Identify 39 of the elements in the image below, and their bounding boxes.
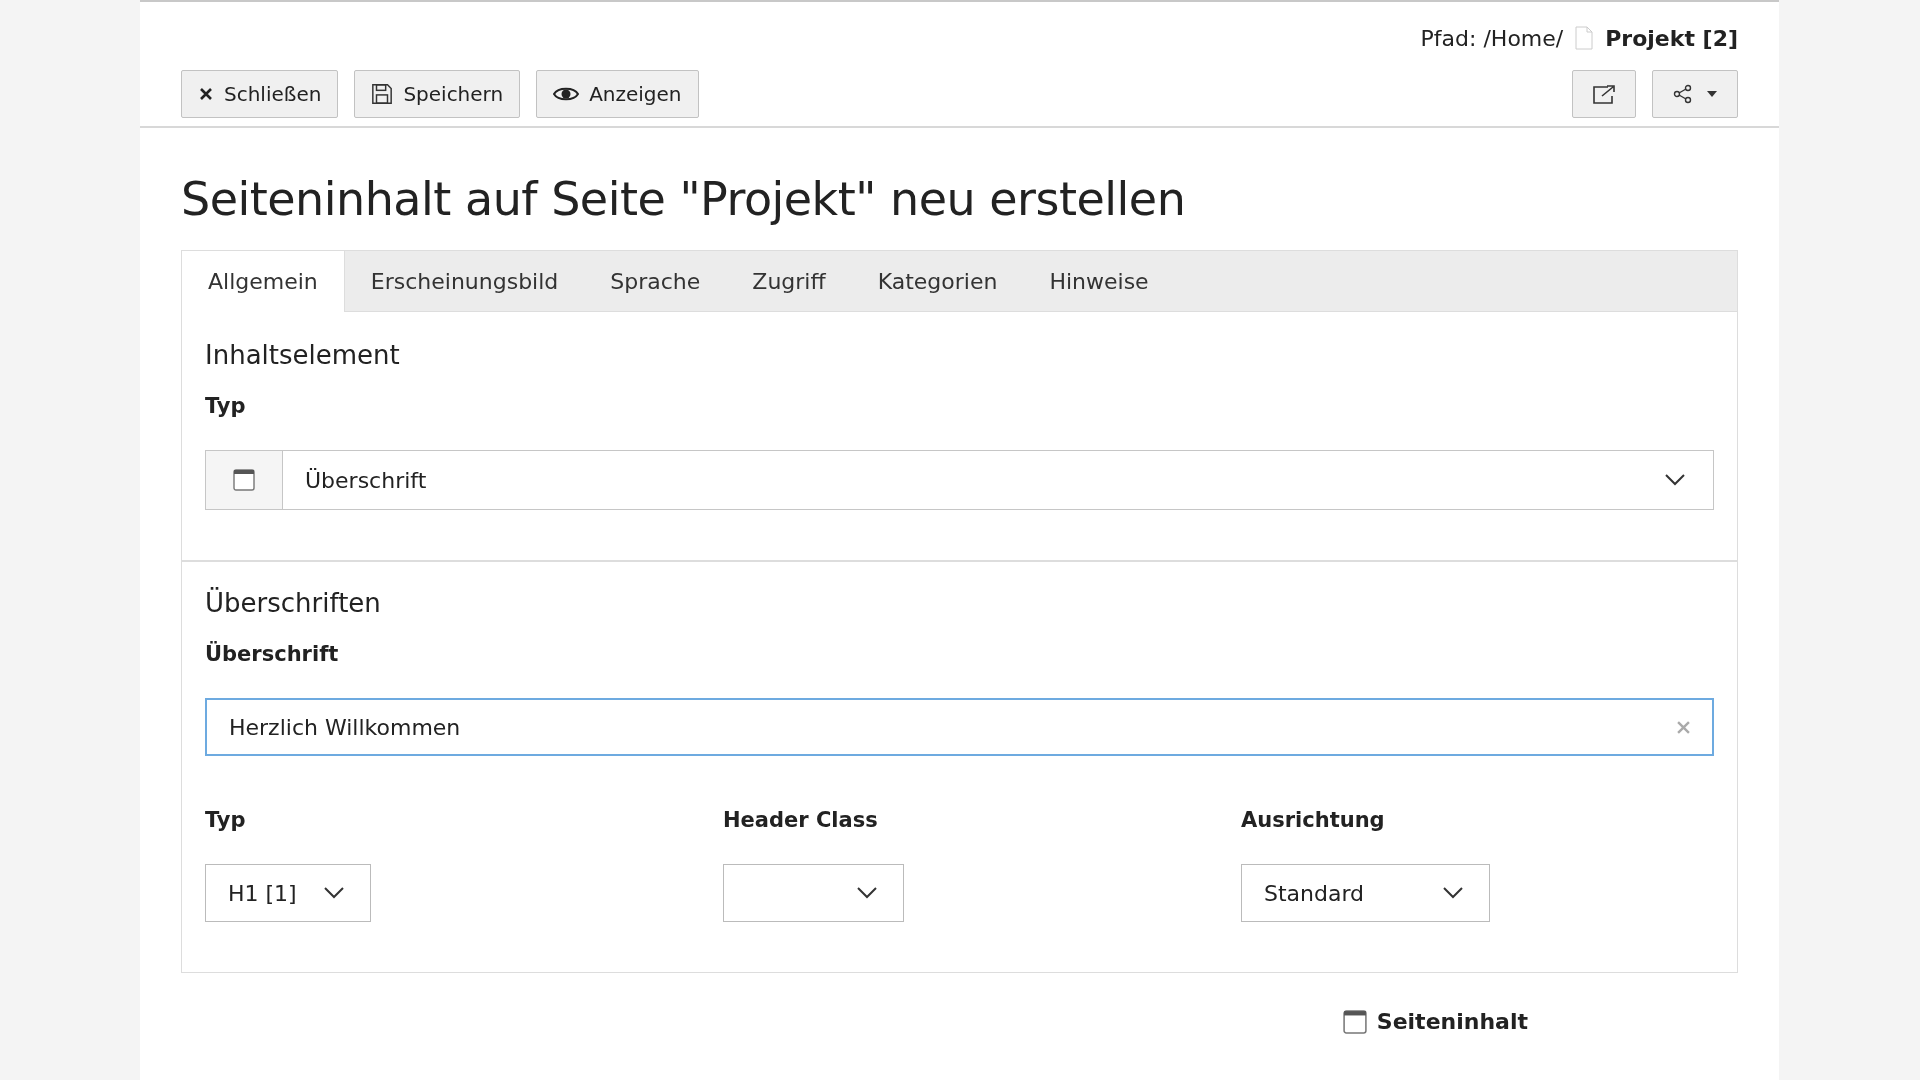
- chevron-down-icon: [1665, 474, 1685, 486]
- dropdown-select[interactable]: H1 [1]: [205, 864, 371, 922]
- section-heading: Inhaltselement: [205, 340, 401, 370]
- tab[interactable]: Allgemein: [182, 251, 345, 312]
- field-label: Typ: [205, 394, 247, 418]
- content-element-icon: [1342, 1009, 1367, 1034]
- tab[interactable]: Hinweise: [1023, 251, 1175, 311]
- breadcrumb-path: Pfad: /Home/: [1420, 25, 1564, 51]
- record-type-label: Seiteninhalt: [1376, 1009, 1528, 1034]
- share-button[interactable]: [1652, 70, 1738, 118]
- tab[interactable]: Sprache: [584, 251, 727, 311]
- chevron-down-icon: [1443, 887, 1463, 899]
- section-heading: Überschriften: [205, 588, 382, 618]
- dropdown-select[interactable]: Standard: [1241, 864, 1490, 922]
- share-icon: [1673, 84, 1693, 104]
- field-label: Typ: [205, 808, 247, 832]
- header-input-field[interactable]: Herzlich Willkommen: [205, 698, 1714, 756]
- field-label: Überschrift: [205, 642, 340, 666]
- document-icon: [1575, 26, 1594, 50]
- type-select[interactable]: Überschrift: [205, 450, 1714, 510]
- tab[interactable]: Kategorien: [851, 251, 1024, 311]
- save-icon: [371, 83, 394, 105]
- caret-icon: [1707, 91, 1717, 97]
- chevron-down-icon: [324, 887, 344, 899]
- open-external-button[interactable]: [1572, 70, 1636, 118]
- close-icon: [198, 86, 214, 102]
- chevron-down-icon: [857, 887, 877, 899]
- eye-icon: [553, 86, 580, 102]
- tab[interactable]: Erscheinungsbild: [344, 251, 585, 311]
- page-title-breadcrumb: Projekt [2]: [1605, 25, 1738, 51]
- tab[interactable]: Zugriff: [726, 251, 852, 311]
- toolbar-button[interactable]: Anzeigen: [536, 70, 699, 118]
- external-link-icon: [1592, 84, 1616, 104]
- content-element-icon: [233, 469, 255, 491]
- toolbar-button[interactable]: Speichern: [354, 70, 521, 118]
- page-heading: Seiteninhalt auf Seite "Projekt" neu erstellen: [181, 171, 1187, 228]
- field-label: Ausrichtung: [1241, 808, 1386, 832]
- field-label: Header Class: [723, 808, 879, 832]
- toolbar-button[interactable]: Schließen: [181, 70, 339, 118]
